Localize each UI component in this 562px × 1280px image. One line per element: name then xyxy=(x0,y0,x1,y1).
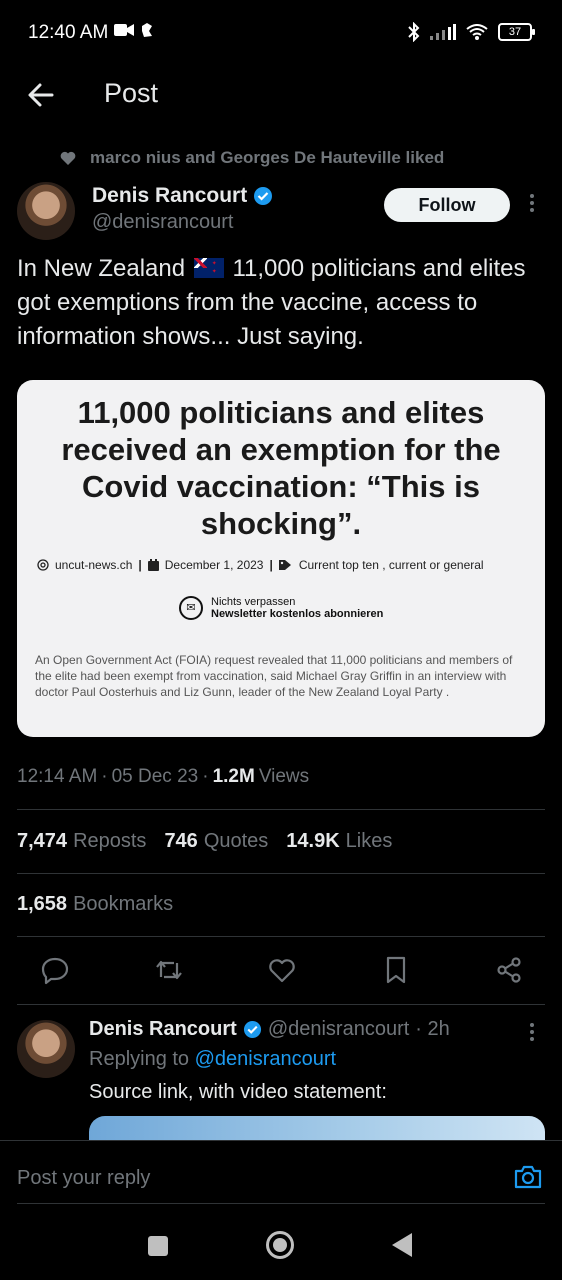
repost-icon xyxy=(155,960,182,980)
signal-icon xyxy=(430,24,456,40)
divider xyxy=(17,1203,545,1204)
card-category: Current top ten , current or general xyxy=(298,558,484,572)
divider xyxy=(17,809,545,810)
reply-author-name[interactable]: Denis Rancourt xyxy=(89,1018,237,1041)
views-count: 1.2M xyxy=(212,766,255,787)
post-meta: 12:14 AM · 05 Dec 23 · 1.2M Views xyxy=(17,766,310,787)
author-name[interactable]: Denis Rancourt xyxy=(92,184,247,208)
mail-icon: ✉ xyxy=(179,596,203,620)
social-context: marco nius and Georges De Hauteville lik… xyxy=(60,148,444,168)
page-title: Post xyxy=(104,78,159,108)
replying-to: Replying to @denisrancourt xyxy=(89,1048,337,1070)
reply-author-handle[interactable]: @denisrancourt xyxy=(268,1018,409,1041)
back-arrow-icon xyxy=(28,83,54,107)
tags-icon xyxy=(278,560,291,570)
at-icon xyxy=(37,559,49,571)
system-back-button[interactable] xyxy=(392,1233,412,1257)
status-time: 12:40 AM xyxy=(28,22,109,43)
more-icon xyxy=(530,1023,534,1041)
bluetooth-icon xyxy=(408,22,420,42)
camera-button[interactable] xyxy=(514,1165,542,1194)
likes-stat[interactable]: 14.9K Likes xyxy=(286,830,392,853)
author-handle[interactable]: @denisrancourt xyxy=(92,211,273,234)
share-button[interactable] xyxy=(494,955,524,990)
follow-button[interactable]: Follow xyxy=(384,188,510,222)
more-options-button[interactable] xyxy=(528,191,536,221)
divider xyxy=(17,1004,545,1005)
card-headline: 11,000 politicians and elites received a… xyxy=(61,395,501,541)
recents-button[interactable] xyxy=(148,1236,168,1256)
reply-avatar[interactable] xyxy=(17,1020,75,1078)
card-date: December 1, 2023 xyxy=(164,558,264,572)
status-system-icons: 37 xyxy=(408,22,535,42)
calendar-icon xyxy=(147,559,159,571)
newsletter-prompt: ✉ Nichts verpassen Newsletter kostenlos … xyxy=(179,596,383,620)
newsletter-line1: Nichts verpassen xyxy=(211,596,296,608)
reply-media-preview[interactable] xyxy=(89,1116,545,1140)
social-context-text: marco nius and Georges De Hauteville lik… xyxy=(90,148,445,167)
quotes-stat[interactable]: 746 Quotes xyxy=(164,830,268,853)
bookmarks-stat[interactable]: 1,658 Bookmarks xyxy=(17,893,173,916)
bookmark-icon xyxy=(386,956,405,984)
tweet-text: In New Zealand 11,000 politicians and el… xyxy=(17,252,547,354)
replying-to-link[interactable]: @denisrancourt xyxy=(195,1048,336,1070)
card-body: An Open Government Act (FOIA) request re… xyxy=(35,653,513,699)
back-button[interactable] xyxy=(24,78,58,112)
heart-icon xyxy=(60,151,76,165)
post-time: 12:14 AM xyxy=(17,766,98,787)
divider xyxy=(17,873,545,874)
card-meta: uncut-news.ch | December 1, 2023 | Curre… xyxy=(37,558,532,572)
verified-badge-icon xyxy=(243,1020,261,1039)
divider xyxy=(17,936,545,937)
app-notification-icon xyxy=(142,23,152,37)
reply-input[interactable]: Post your reply xyxy=(17,1167,150,1190)
battery-indicator: 37 xyxy=(498,23,535,41)
reply-button[interactable] xyxy=(40,955,70,990)
new-zealand-flag-icon xyxy=(193,258,224,278)
reply-more-button[interactable] xyxy=(528,1020,536,1049)
action-bar xyxy=(40,955,524,990)
bookmark-button[interactable] xyxy=(381,955,411,990)
link-card[interactable]: 11,000 politicians and elites received a… xyxy=(17,380,545,737)
like-button[interactable] xyxy=(267,955,297,990)
reply-text: Source link, with video statement: xyxy=(89,1081,387,1103)
newsletter-line2: Newsletter kostenlos abonnieren xyxy=(211,608,384,620)
wifi-icon xyxy=(466,24,488,40)
camera-icon xyxy=(514,1165,542,1189)
home-button[interactable] xyxy=(266,1231,294,1259)
reposts-stat[interactable]: 7,474 Reposts xyxy=(17,830,146,853)
post-date: 05 Dec 23 xyxy=(111,766,199,787)
reply-icon xyxy=(41,957,69,985)
card-source: uncut-news.ch xyxy=(55,558,133,572)
status-bar: 12:40 AM 37 xyxy=(0,0,562,64)
views-label: Views xyxy=(258,766,310,787)
verified-badge-icon xyxy=(254,187,273,205)
reply-age: · 2h xyxy=(415,1018,450,1040)
reply-composer[interactable]: Post your reply xyxy=(0,1140,562,1205)
repost-button[interactable] xyxy=(154,955,184,990)
share-icon xyxy=(497,957,521,983)
reply-header: Denis Rancourt @denisrancourt · 2h xyxy=(89,1018,450,1041)
author-block[interactable]: Denis Rancourt @denisrancourt xyxy=(92,184,273,234)
engagement-stats: 7,474 Reposts 746 Quotes 14.9K Likes xyxy=(17,830,392,853)
tweet-text-part1: In New Zealand xyxy=(17,255,186,282)
status-notification-icons xyxy=(114,22,154,38)
more-icon xyxy=(530,194,534,212)
video-camera-icon xyxy=(114,24,134,36)
author-avatar[interactable] xyxy=(17,182,75,240)
like-icon xyxy=(269,959,295,983)
